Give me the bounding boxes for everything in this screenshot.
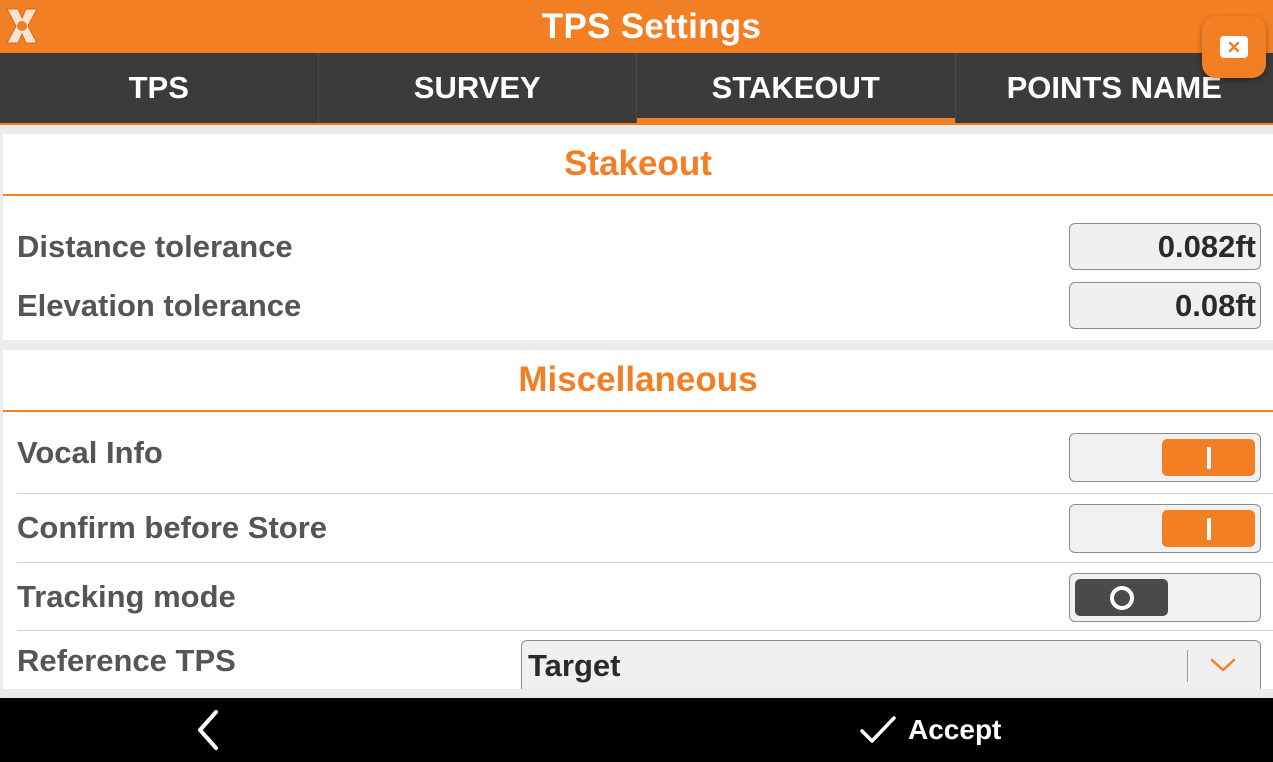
stakeout-panel: Stakeout Distance tolerance 0.082ft Elev… [3, 134, 1273, 340]
title-bar: TPS Settings [0, 0, 1273, 53]
stakeout-heading: Stakeout [3, 134, 1273, 196]
toggle-knob [1162, 510, 1255, 547]
miscellaneous-panel: Miscellaneous Vocal Info Confirm before … [3, 350, 1273, 689]
bottom-bar: Accept [0, 698, 1273, 762]
distance-tolerance-field[interactable]: 0.082ft [1069, 223, 1261, 270]
select-divider [1187, 650, 1188, 682]
reference-tps-row: Reference TPS Target [17, 631, 1273, 689]
accept-button[interactable]: Accept [858, 706, 1001, 754]
toggle-knob [1162, 439, 1255, 476]
confirm-before-store-toggle[interactable] [1069, 504, 1261, 553]
tab-bar: TPS SURVEY STAKEOUT POINTS NAME [0, 53, 1273, 125]
distance-tolerance-row: Distance tolerance 0.082ft [3, 212, 1273, 282]
tracking-mode-row: Tracking mode [17, 563, 1273, 631]
page-title: TPS Settings [541, 6, 762, 46]
vocal-info-row: Vocal Info [17, 412, 1273, 494]
tab-survey[interactable]: SURVEY [317, 53, 637, 123]
reference-tps-value: Target [528, 648, 621, 683]
elevation-tolerance-label: Elevation tolerance [17, 288, 302, 323]
checkmark-icon [860, 716, 896, 743]
elevation-tolerance-row: Elevation tolerance 0.08ft [3, 282, 1273, 330]
tracking-mode-label: Tracking mode [17, 578, 236, 614]
back-button[interactable] [180, 706, 234, 754]
tps-settings-screen: TPS Settings TPS SURVEY STAKEOUT POINTS … [0, 0, 1273, 762]
tracking-mode-toggle[interactable] [1069, 573, 1261, 622]
confirm-before-store-label: Confirm before Store [17, 510, 328, 545]
close-icon [1220, 36, 1248, 58]
distance-tolerance-label: Distance tolerance [17, 229, 293, 264]
reference-tps-label: Reference TPS [17, 643, 236, 678]
tab-stakeout[interactable]: STAKEOUT [636, 53, 955, 125]
confirm-before-store-row: Confirm before Store [17, 494, 1273, 563]
close-button[interactable] [1202, 16, 1266, 78]
toggle-knob [1075, 579, 1168, 616]
reference-tps-select[interactable]: Target [521, 640, 1261, 689]
accept-label: Accept [908, 714, 1002, 745]
vocal-info-label: Vocal Info [17, 434, 163, 470]
vocal-info-toggle[interactable] [1069, 433, 1261, 482]
elevation-tolerance-field[interactable]: 0.08ft [1069, 282, 1261, 329]
chevron-down-icon [1210, 658, 1236, 672]
miscellaneous-heading: Miscellaneous [3, 350, 1273, 412]
chevron-left-icon [198, 710, 218, 750]
app-logo-icon [6, 8, 38, 44]
tab-tps[interactable]: TPS [0, 53, 318, 123]
